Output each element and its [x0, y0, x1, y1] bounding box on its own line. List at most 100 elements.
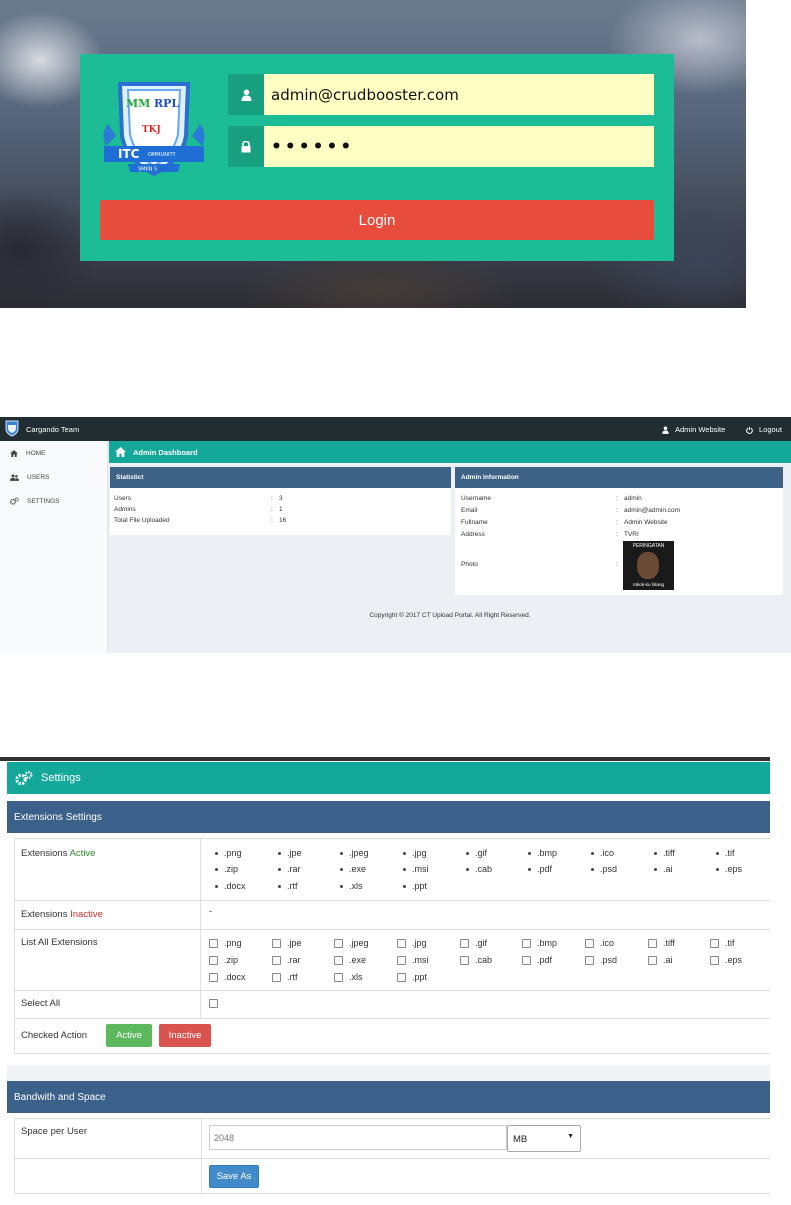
active-extension: .xls	[340, 881, 363, 891]
select-all-checkbox[interactable]	[209, 999, 218, 1008]
extension-checkbox[interactable]: .eps	[710, 955, 742, 965]
save-as-button[interactable]: Save As	[209, 1165, 259, 1188]
admin-info-title: Admin Information	[455, 467, 783, 488]
active-extension: .jpe	[278, 848, 302, 858]
extension-checkbox[interactable]: .rtf	[272, 972, 298, 982]
logout-button[interactable]: Logout	[746, 425, 782, 434]
info-key: Email	[461, 507, 478, 514]
info-value: admin@admin.com	[624, 507, 681, 514]
brand-logo-icon	[5, 420, 19, 437]
set-inactive-button[interactable]: Inactive	[159, 1024, 211, 1047]
active-extension: .rar	[278, 864, 301, 874]
active-extension: .jpeg	[340, 848, 369, 858]
info-colon: :	[616, 519, 618, 526]
extension-checkbox[interactable]: .ico	[585, 938, 614, 948]
extension-checkbox[interactable]: .bmp	[522, 938, 557, 948]
sidebar-item-home[interactable]: HOME	[0, 441, 108, 465]
extension-checkbox[interactable]: .zip	[209, 955, 238, 965]
itc-community-logo: MM RPL TKJ ITC OMMUNITY SMKN 5	[103, 82, 205, 177]
extension-checkbox[interactable]: .ppt	[397, 972, 427, 982]
active-extension: .bmp	[528, 848, 557, 858]
top-divider	[0, 757, 770, 761]
settings-header: Settings	[7, 762, 770, 794]
active-extension: .psd	[591, 864, 617, 874]
stat-value: 3	[279, 495, 283, 502]
extension-checkbox[interactable]: .jpg	[397, 938, 427, 948]
user-name: Admin Website	[675, 425, 726, 434]
home-icon	[115, 447, 126, 457]
power-icon	[746, 426, 753, 434]
footer-copyright: Copyright © 2017 CT Upload Portal. All R…	[369, 612, 531, 619]
active-extension: .jpg	[403, 848, 427, 858]
logout-label: Logout	[759, 425, 782, 434]
password-input[interactable]: ••••••	[264, 126, 654, 167]
extension-checkbox[interactable]: .jpe	[272, 938, 302, 948]
login-button[interactable]: Login	[100, 200, 654, 240]
extension-checkbox[interactable]: .pdf	[522, 955, 552, 965]
extension-checkbox[interactable]: .docx	[209, 972, 246, 982]
info-colon: :	[616, 561, 618, 568]
email-input[interactable]: admin@crudbooster.com	[264, 74, 654, 115]
active-extension: .tif	[716, 848, 735, 858]
svg-text:OMMUNITY: OMMUNITY	[148, 152, 176, 158]
info-value: Admin Website	[624, 519, 668, 526]
info-colon: :	[616, 531, 618, 538]
active-extension: .pdf	[528, 864, 552, 874]
active-extension: .exe	[340, 864, 366, 874]
settings-panel: Settings Extensions Settings Extensions …	[0, 757, 791, 1205]
sidebar-item-label: USERS	[27, 473, 50, 481]
extension-checkbox[interactable]: .exe	[334, 955, 366, 965]
user-menu[interactable]: Admin Website	[662, 425, 725, 434]
sidebar-item-label: HOME	[26, 449, 46, 457]
svg-text:SMKN 5: SMKN 5	[138, 167, 157, 173]
space-input[interactable]: 2048	[209, 1125, 507, 1150]
extension-checkbox[interactable]: .jpeg	[334, 938, 369, 948]
active-extension: .tiff	[654, 848, 675, 858]
info-key: Fullname	[461, 519, 488, 526]
photo-caption: PERINGATAN	[632, 543, 665, 549]
stat-key: Total File Uploaded	[114, 517, 170, 524]
extension-checkbox[interactable]: .tiff	[648, 938, 675, 948]
extension-checkbox[interactable]: .psd	[585, 955, 617, 965]
lock-icon	[228, 126, 264, 167]
admin-info-box: Admin Information Username : admin Email…	[455, 467, 783, 595]
section-gap	[7, 1065, 770, 1081]
info-value: admin	[624, 495, 642, 502]
extension-checkbox[interactable]: .tif	[710, 938, 735, 948]
extensions-active-label: Extensions Active	[21, 848, 96, 859]
sidebar-item-label: SETTINGS	[27, 497, 60, 505]
sidebar-item-users[interactable]: USERS	[0, 465, 108, 489]
extension-checkbox[interactable]: .rar	[272, 955, 301, 965]
list-all-extensions-label: List All Extensions	[21, 937, 98, 948]
extension-checkbox[interactable]: .png	[209, 938, 242, 948]
unit-select-value: MB	[513, 1134, 528, 1145]
info-value: TVRI	[624, 531, 639, 538]
extensions-inactive-label: Extensions Inactive	[21, 909, 103, 920]
info-key: Address	[461, 531, 485, 538]
sidebar: HOME USERS SETTINGS	[0, 441, 108, 653]
extension-checkbox[interactable]: .ai	[648, 955, 673, 965]
unit-select[interactable]: MB ▼	[507, 1125, 581, 1152]
sidebar-item-settings[interactable]: SETTINGS	[0, 489, 108, 513]
stat-colon: :	[271, 506, 273, 513]
extension-checkbox[interactable]: .cab	[460, 955, 492, 965]
extension-checkbox[interactable]: .gif	[460, 938, 487, 948]
email-field-row: admin@crudbooster.com	[228, 74, 654, 115]
svg-text:RPL: RPL	[154, 97, 179, 110]
user-icon	[228, 74, 264, 115]
face-shape	[637, 552, 659, 579]
active-extension: .rtf	[278, 881, 298, 891]
active-extension: .cab	[466, 864, 492, 874]
gears-icon	[15, 771, 33, 786]
active-extension: .zip	[215, 864, 238, 874]
page-title: Admin Dashboard	[133, 447, 198, 457]
brand-name[interactable]: Cargando Team	[26, 425, 79, 434]
set-active-button[interactable]: Active	[106, 1024, 152, 1047]
active-extension: .eps	[716, 864, 742, 874]
extension-checkbox[interactable]: .xls	[334, 972, 363, 982]
statistic-title: Statistict	[110, 467, 451, 488]
page-header: Admin Dashboard	[109, 441, 791, 463]
active-extension: .gif	[466, 848, 487, 858]
select-all-label: Select All	[21, 998, 61, 1009]
extension-checkbox[interactable]: .msi	[397, 955, 429, 965]
